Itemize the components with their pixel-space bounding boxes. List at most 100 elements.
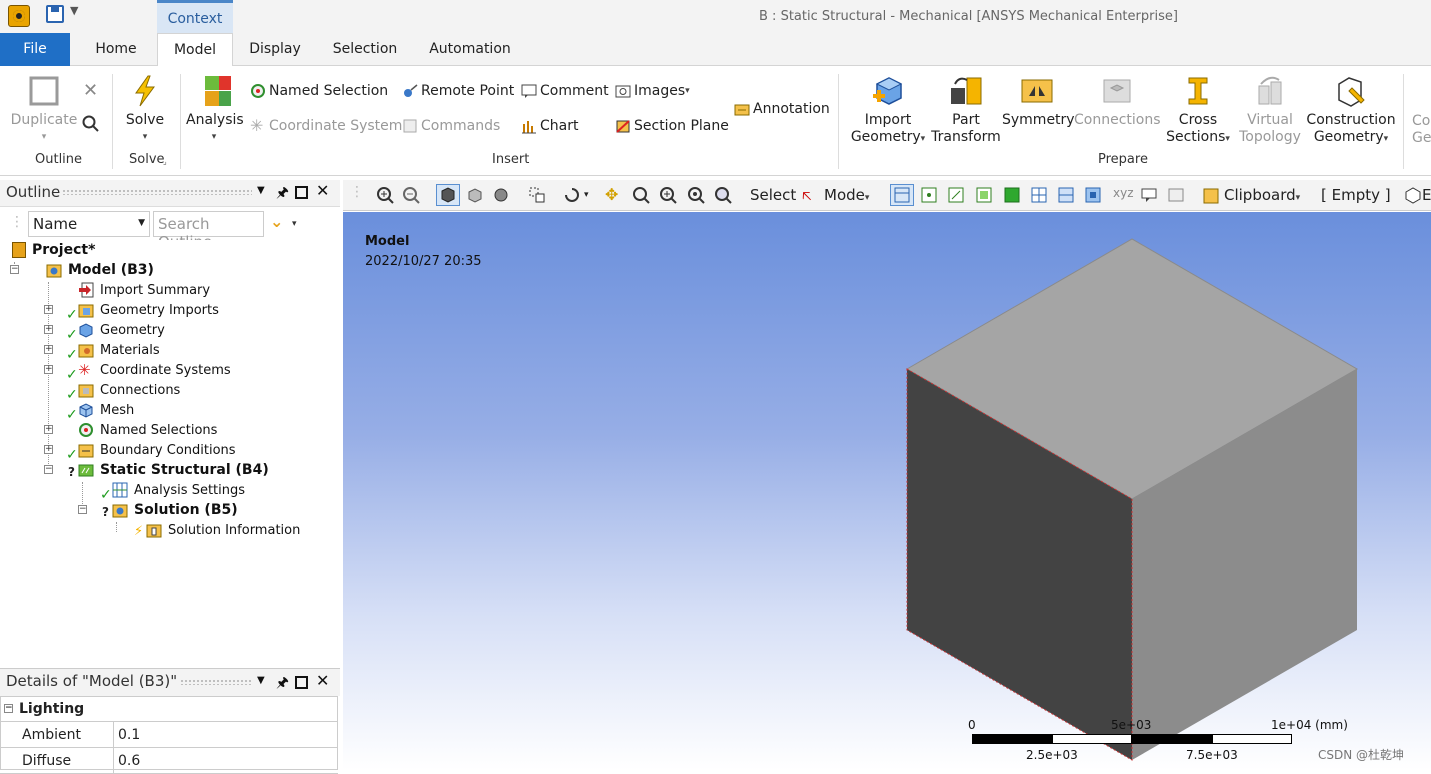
context-tab[interactable]: Context <box>157 0 233 33</box>
commands-button[interactable]: Commands <box>402 118 500 134</box>
construction-geometry-button[interactable]: Construction Geometry▾ <box>1304 74 1398 148</box>
zoom-in-icon[interactable] <box>376 186 394 204</box>
analysis-button[interactable]: Analysis ▾ <box>186 74 244 146</box>
collapse-icon[interactable]: − <box>10 265 19 274</box>
coordinate-system-button[interactable]: ✳ Coordinate System <box>250 118 402 135</box>
tree-node-solution-information[interactable]: Solution Information <box>146 520 300 540</box>
zoom-icon[interactable] <box>632 186 650 204</box>
zoom-out-icon[interactable] <box>402 186 420 204</box>
import-geometry-button[interactable]: Import Geometry▾ <box>846 74 930 148</box>
cube-geometry[interactable] <box>343 212 1431 770</box>
find-icon[interactable] <box>82 115 100 137</box>
tree-node-model[interactable]: Model (B3) <box>46 260 154 280</box>
details-section-lighting[interactable]: − Lighting <box>0 696 338 722</box>
select-element-icon[interactable] <box>1084 186 1102 204</box>
annotation-button[interactable]: Annotation <box>734 101 830 117</box>
tree-node-coordinate-systems[interactable]: ✳ Coordinate Systems <box>78 360 231 380</box>
pin-icon[interactable]: 🖈 <box>276 182 289 206</box>
collapse-icon[interactable]: − <box>4 704 13 713</box>
details-row-value[interactable]: 0.6 <box>114 753 140 769</box>
tab-automation[interactable]: Automation <box>420 33 520 66</box>
edges-view-icon[interactable] <box>492 186 510 204</box>
expand-icon[interactable]: + <box>44 345 53 354</box>
dialog-launcher-icon[interactable]: ⌟ <box>163 157 167 166</box>
tree-node-boundary-conditions[interactable]: Boundary Conditions <box>78 440 236 460</box>
select-node-icon[interactable] <box>1030 186 1048 204</box>
save-icon[interactable] <box>46 5 64 23</box>
duplicate-button[interactable]: Duplicate ▾ <box>8 74 80 146</box>
chart-button[interactable]: Chart <box>521 118 578 134</box>
tab-model[interactable]: Model <box>157 33 233 67</box>
single-select-icon[interactable] <box>890 184 914 206</box>
wireframe-view-icon[interactable] <box>466 186 484 204</box>
section-plane-button[interactable]: Section Plane <box>615 118 729 134</box>
virtual-topology-button[interactable]: Virtual Topology <box>1236 74 1304 146</box>
expand-icon[interactable]: + <box>44 325 53 334</box>
details-row[interactable]: Diffuse 0.6 <box>0 748 338 774</box>
rotate-icon[interactable] <box>563 186 581 204</box>
select-body-icon[interactable] <box>1003 186 1021 204</box>
tree-node-analysis-settings[interactable]: Analysis Settings <box>112 480 245 500</box>
select-face-icon[interactable] <box>975 186 993 204</box>
selection-filter-icon[interactable] <box>528 186 546 204</box>
clipboard-button[interactable]: Clipboard▾ <box>1224 186 1300 204</box>
tree-node-mesh[interactable]: Mesh <box>78 400 134 420</box>
box-zoom-icon[interactable] <box>659 186 677 204</box>
annotation-toggle-icon[interactable] <box>1167 186 1185 204</box>
rotate-dropdown-icon[interactable]: ▾ <box>584 190 589 200</box>
maximize-icon[interactable] <box>295 676 308 689</box>
connections-button[interactable]: Connections <box>1074 74 1161 129</box>
select-label[interactable]: Select <box>750 186 796 204</box>
label-icon[interactable] <box>1140 186 1158 204</box>
comment-button[interactable]: Comment <box>521 83 609 99</box>
tree-node-connections[interactable]: Connections <box>78 380 180 400</box>
expand-icon[interactable]: + <box>44 305 53 314</box>
panel-menu-icon[interactable]: ▼ <box>257 185 265 196</box>
panel-grip[interactable] <box>180 679 252 685</box>
part-transform-button[interactable]: Part Transform <box>930 74 1002 146</box>
filter-type-select[interactable]: Name ▼ <box>28 211 150 237</box>
remote-point-button[interactable]: Remote Point <box>402 83 514 99</box>
close-panel-icon[interactable]: ✕ <box>316 671 329 690</box>
expand-icon[interactable]: + <box>44 445 53 454</box>
images-button[interactable]: Images ▾ <box>615 83 690 99</box>
tree-node-materials[interactable]: Materials <box>78 340 160 360</box>
tab-selection[interactable]: Selection <box>325 33 405 66</box>
zoom-to-fit-icon[interactable] <box>687 186 705 204</box>
clipboard-icon[interactable] <box>1202 186 1220 204</box>
pan-icon[interactable]: ✥ <box>605 186 623 204</box>
collapse-icon[interactable]: − <box>78 505 87 514</box>
mode-button[interactable]: Mode▾ <box>824 186 869 204</box>
shaded-view-icon[interactable] <box>436 184 460 206</box>
tab-display[interactable]: Display <box>240 33 310 66</box>
ansys-logo-icon[interactable] <box>8 5 30 27</box>
symmetry-button[interactable]: Symmetry <box>1002 74 1075 129</box>
details-row-value[interactable]: 0.1 <box>114 727 140 743</box>
tree-node-named-selections[interactable]: Named Selections <box>78 420 217 440</box>
tree-node-import-summary[interactable]: Import Summary <box>78 280 210 300</box>
coordinates-icon[interactable]: xyz <box>1113 186 1134 200</box>
tab-home[interactable]: Home <box>82 33 150 66</box>
tree-node-static-structural[interactable]: Static Structural (B4) <box>78 460 269 480</box>
panel-menu-icon[interactable]: ▼ <box>257 675 265 686</box>
solve-button[interactable]: Solve ▾ <box>120 74 170 146</box>
extend-icon[interactable] <box>1404 186 1422 204</box>
filter-dropdown-icon[interactable]: ▾ <box>292 219 297 229</box>
details-row[interactable]: Ambient 0.1 <box>0 722 338 748</box>
maximize-icon[interactable] <box>295 186 308 199</box>
tab-file[interactable]: File <box>0 33 70 66</box>
search-outline-input[interactable]: Search Outline <box>153 211 264 251</box>
panel-grip[interactable] <box>62 189 252 195</box>
tree-node-geometry-imports[interactable]: Geometry Imports <box>78 300 219 320</box>
quick-access-dropdown-icon[interactable]: ▼ <box>70 4 78 17</box>
tree-node-geometry[interactable]: Geometry <box>78 320 165 340</box>
cross-sections-button[interactable]: Cross Sections▾ <box>1162 74 1234 148</box>
filter-chevron-icon[interactable]: ⌄ <box>270 212 283 231</box>
select-vertex-icon[interactable] <box>920 186 938 204</box>
select-edge-icon[interactable] <box>947 186 965 204</box>
pin-icon[interactable]: 🖈 <box>276 672 289 696</box>
select-element-face-icon[interactable] <box>1057 186 1075 204</box>
tree-node-project[interactable]: Project* <box>12 240 95 260</box>
expand-icon[interactable]: + <box>44 425 53 434</box>
close-panel-icon[interactable]: ✕ <box>316 181 329 200</box>
